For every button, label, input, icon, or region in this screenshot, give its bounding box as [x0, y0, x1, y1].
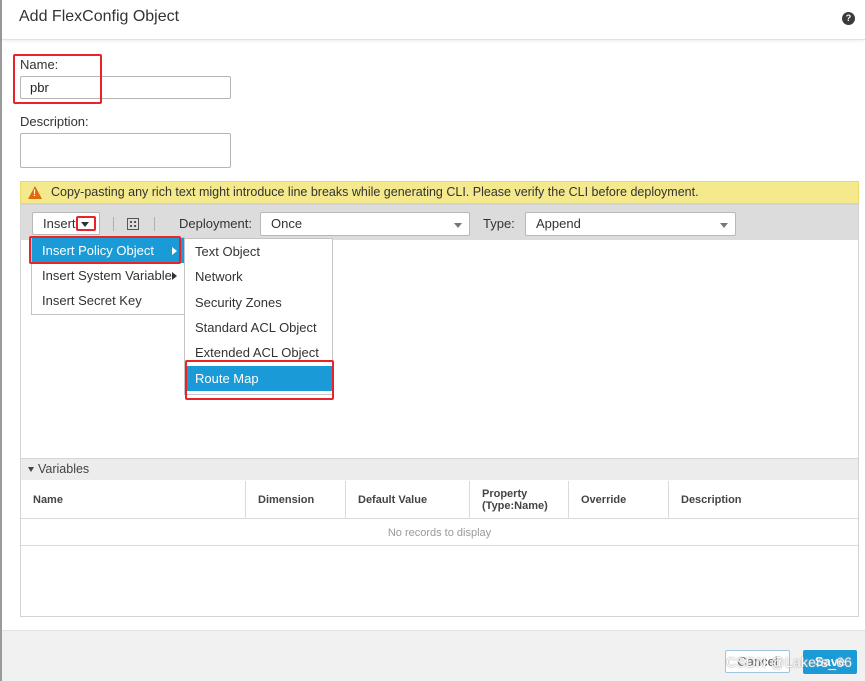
chevron-down-icon[interactable] — [81, 222, 89, 227]
menu-item-insert-secret-key[interactable]: Insert Secret Key — [32, 288, 184, 313]
variables-grid-icon[interactable] — [127, 218, 139, 230]
description-input[interactable] — [20, 133, 231, 168]
menu-item-insert-policy-object[interactable]: Insert Policy Object — [32, 238, 184, 263]
menu-item-route-map[interactable]: Route Map — [185, 366, 332, 391]
menu-item-standard-acl-object[interactable]: Standard ACL Object — [185, 315, 332, 340]
column-header-override[interactable]: Override — [569, 481, 669, 519]
insert-menu: Insert Policy Object Insert System Varia… — [31, 237, 185, 315]
type-select[interactable]: Append — [525, 212, 736, 236]
chevron-down-icon — [720, 223, 728, 228]
dialog-title: Add FlexConfig Object — [19, 8, 180, 25]
deployment-select[interactable]: Once — [260, 212, 470, 236]
warning-text: Copy-pasting any rich text might introdu… — [51, 185, 699, 199]
type-label: Type: — [483, 216, 515, 231]
insert-dropdown-button[interactable]: Insert — [32, 212, 100, 235]
collapse-caret-icon[interactable] — [28, 467, 34, 472]
menu-item-security-zones[interactable]: Security Zones — [185, 290, 332, 315]
variables-title: Variables — [38, 462, 90, 476]
type-value: Append — [536, 216, 581, 231]
chevron-right-icon — [172, 272, 177, 280]
deployment-label: Deployment: — [179, 216, 252, 231]
name-label: Name: — [20, 57, 59, 72]
menu-item-label: Insert Secret Key — [42, 293, 142, 308]
menu-item-insert-system-variable[interactable]: Insert System Variable — [32, 263, 184, 288]
column-header-property[interactable]: Property (Type:Name) — [470, 481, 569, 519]
menu-item-label: Insert System Variable — [42, 268, 172, 283]
menu-item-network[interactable]: Network — [185, 264, 332, 289]
variables-table-header: Name Dimension Default Value Property (T… — [21, 481, 858, 519]
editor-toolbar: Insert Deployment: Once Type: Append — [21, 205, 858, 240]
menu-item-label: Insert Policy Object — [42, 243, 154, 258]
column-header-default-value[interactable]: Default Value — [346, 481, 470, 519]
insert-label: Insert — [43, 216, 76, 231]
add-flexconfig-dialog: Add FlexConfig Object ? Name: Descriptio… — [0, 0, 865, 681]
toolbar-divider — [113, 217, 114, 231]
empty-records-message: No records to display — [21, 520, 858, 546]
variables-section-header[interactable]: Variables — [21, 458, 858, 480]
menu-item-extended-acl-object[interactable]: Extended ACL Object — [185, 340, 332, 365]
warning-triangle-icon — [28, 186, 42, 199]
policy-object-submenu: Text Object Network Security Zones Stand… — [184, 238, 333, 395]
menu-item-text-object[interactable]: Text Object — [185, 239, 332, 264]
chevron-right-icon — [172, 247, 177, 255]
warning-banner: Copy-pasting any rich text might introdu… — [20, 181, 859, 204]
dialog-header: Add FlexConfig Object ? — [2, 0, 865, 40]
toolbar-divider — [154, 217, 155, 231]
deployment-value: Once — [271, 216, 303, 231]
column-header-name[interactable]: Name — [21, 481, 246, 519]
name-input[interactable] — [20, 76, 231, 99]
column-header-dimension[interactable]: Dimension — [246, 481, 346, 519]
help-icon[interactable]: ? — [842, 12, 855, 25]
description-label: Description: — [20, 114, 89, 129]
column-header-description[interactable]: Description — [669, 481, 858, 519]
watermark: CSDN @Lakers_66 — [726, 654, 853, 670]
chevron-down-icon — [454, 223, 462, 228]
